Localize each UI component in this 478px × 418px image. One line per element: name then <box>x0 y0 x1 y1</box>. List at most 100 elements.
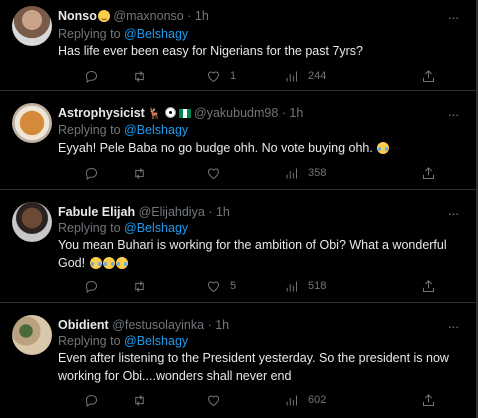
tweet-actions: 5 518 <box>58 277 446 295</box>
timestamp[interactable]: · 1h <box>187 9 209 23</box>
share-button[interactable] <box>421 67 436 85</box>
retweet-icon <box>135 394 144 406</box>
like-button[interactable]: 5 <box>206 277 236 295</box>
tweet-text-line: Even after listening to the President ye… <box>58 351 449 365</box>
face-with-tears-of-joy-icon <box>377 142 390 154</box>
share-button[interactable] <box>421 277 436 295</box>
views-button[interactable]: 518 <box>284 277 326 295</box>
display-name[interactable]: Astrophysicist <box>58 106 145 120</box>
display-name[interactable]: Obidient <box>58 318 109 332</box>
like-button[interactable]: 1 <box>206 67 236 85</box>
retweet-icon <box>135 280 144 292</box>
timestamp[interactable]: · 1h <box>208 318 230 332</box>
tweet-text-line: working for Obi....wonders shall never e… <box>58 369 292 383</box>
user-handle[interactable]: @Elijahdiya <box>139 205 205 219</box>
soccer-ball-icon <box>164 107 176 118</box>
views-button[interactable]: 244 <box>284 67 326 85</box>
tweet-header: Astrophysicist 🦌 @yakubudm98 · 1h <box>58 106 436 120</box>
views-icon <box>286 395 297 405</box>
more-icon[interactable]: ··· <box>444 319 462 335</box>
tweet-card[interactable]: Obidient @festusolayinka · 1h ··· Replyi… <box>0 303 476 418</box>
views-icon <box>286 168 297 178</box>
user-handle[interactable]: @maxnonso <box>113 9 183 23</box>
tweet-text: Even after listening to the President ye… <box>58 349 458 385</box>
timestamp[interactable]: · 1h <box>208 205 230 219</box>
views-button[interactable]: 358 <box>284 164 326 182</box>
views-button[interactable]: 602 <box>284 391 326 409</box>
share-icon <box>423 279 434 292</box>
deer-icon: 🦌 <box>147 108 162 120</box>
tweet-card[interactable]: Fabule Elijah @Elijahdiya · 1h ··· Reply… <box>0 190 476 303</box>
replying-to: Replying to @Belshagy <box>58 123 188 137</box>
views-icon <box>286 281 297 291</box>
reply-to-mention[interactable]: @Belshagy <box>124 221 188 235</box>
reply-button[interactable] <box>84 391 99 409</box>
view-count: 602 <box>308 394 327 406</box>
tweet-text: Has life ever been easy for Nigerians fo… <box>58 44 364 58</box>
face-with-tears-of-joy-icon <box>89 257 102 269</box>
tweet-header: Nonso @maxnonso · 1h <box>58 9 436 23</box>
retweet-button[interactable] <box>132 67 147 85</box>
share-button[interactable] <box>421 164 436 182</box>
like-icon <box>207 281 220 292</box>
tweet-text-body: Eyyah! Pele Baba no go budge ohh. No vot… <box>58 141 373 155</box>
tweet-text-line: God! <box>58 256 86 270</box>
face-with-tears-of-joy-icon <box>102 257 115 269</box>
replying-to-label: Replying to <box>58 221 121 235</box>
more-icon[interactable]: ··· <box>444 107 462 123</box>
user-handle[interactable]: @festusolayinka <box>112 318 204 332</box>
reply-to-mention[interactable]: @Belshagy <box>124 334 188 348</box>
timestamp[interactable]: · 1h <box>282 106 304 120</box>
reply-icon <box>85 280 98 293</box>
tweet-card[interactable]: Astrophysicist 🦌 @yakubudm98 · 1h ··· Rep… <box>0 91 476 190</box>
tweet-actions: 1 244 <box>58 67 446 85</box>
share-icon <box>423 166 434 179</box>
user-handle[interactable]: @yakubudm98 <box>194 106 278 120</box>
avatar[interactable] <box>12 6 52 46</box>
winking-face-icon <box>97 10 110 22</box>
replying-to-label: Replying to <box>58 123 121 137</box>
reply-icon <box>85 70 98 83</box>
like-count: 5 <box>230 280 237 292</box>
retweet-icon <box>135 70 144 82</box>
reply-button[interactable] <box>84 67 99 85</box>
display-name[interactable]: Nonso <box>58 9 97 23</box>
reply-to-mention[interactable]: @Belshagy <box>124 27 188 41</box>
replying-to-label: Replying to <box>58 27 121 41</box>
like-count: 1 <box>230 70 237 82</box>
more-icon[interactable]: ··· <box>444 206 462 222</box>
tweet-actions: 602 <box>58 391 446 409</box>
retweet-button[interactable] <box>132 164 147 182</box>
reply-button[interactable] <box>84 164 99 182</box>
avatar[interactable] <box>12 315 52 355</box>
retweet-button[interactable] <box>132 277 147 295</box>
like-button[interactable] <box>206 391 221 409</box>
display-name[interactable]: Fabule Elijah <box>58 205 135 219</box>
nigeria-flag-icon <box>178 109 191 118</box>
like-icon <box>207 168 220 179</box>
reply-icon <box>85 167 98 180</box>
tweet-text: You mean Buhari is working for the ambit… <box>58 236 458 272</box>
view-count: 358 <box>308 167 327 179</box>
like-button[interactable] <box>206 164 221 182</box>
tweet-header: Obidient @festusolayinka · 1h <box>58 318 436 332</box>
avatar[interactable] <box>12 103 52 143</box>
reply-to-mention[interactable]: @Belshagy <box>124 123 188 137</box>
tweet-text-line: You mean Buhari is working for the ambit… <box>58 238 447 252</box>
tweet-actions: 358 <box>58 164 446 182</box>
share-icon <box>423 393 434 406</box>
replying-to: Replying to @Belshagy <box>58 27 188 41</box>
more-icon[interactable]: ··· <box>444 10 462 26</box>
tweet-card[interactable]: Nonso @maxnonso · 1h ··· Replying to @Be… <box>0 0 476 91</box>
share-icon <box>423 69 434 82</box>
reply-button[interactable] <box>84 277 99 295</box>
replying-to: Replying to @Belshagy <box>58 334 188 348</box>
tweet-text: Eyyah! Pele Baba no go budge ohh. No vot… <box>58 139 458 157</box>
replying-to: Replying to @Belshagy <box>58 221 188 235</box>
view-count: 244 <box>308 70 327 82</box>
avatar[interactable] <box>12 202 52 242</box>
share-button[interactable] <box>421 391 436 409</box>
retweet-button[interactable] <box>132 391 147 409</box>
like-icon <box>207 71 220 82</box>
like-icon <box>207 395 220 406</box>
